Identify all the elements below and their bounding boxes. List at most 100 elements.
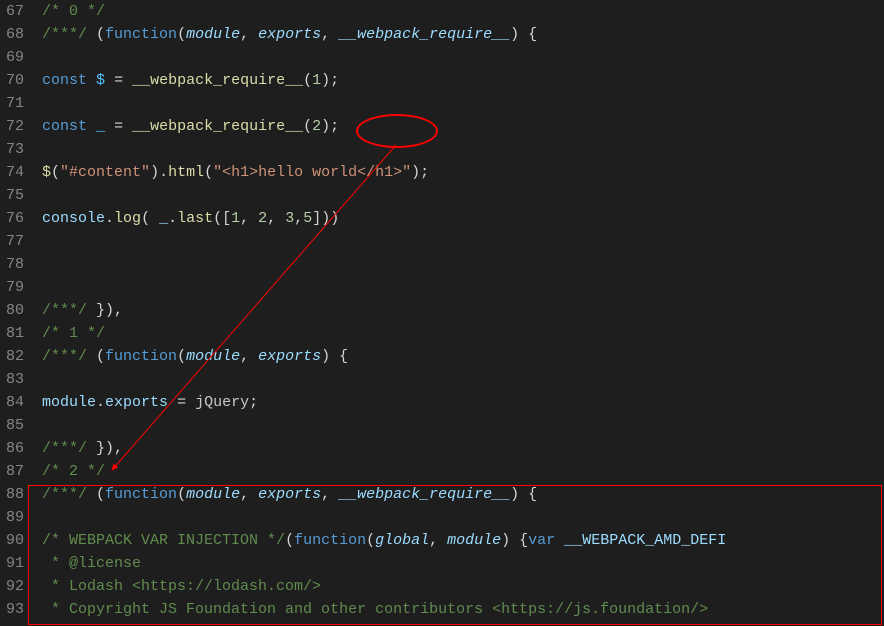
line-number: 88 [6,483,24,506]
token [87,118,96,135]
token: * Copyright JS Foundation and other cont… [42,601,708,618]
token: /* 2 */ [42,463,105,480]
token: 2 [312,118,321,135]
line-number: 90 [6,529,24,552]
token: _ [96,118,105,135]
token: exports [105,394,168,411]
code-line[interactable]: const _ = __webpack_require__(2); [42,115,884,138]
token: , [240,348,258,365]
token: ) { [510,26,537,43]
token: * Lodash <https://lodash.com/> [42,578,321,595]
token: 1 [312,72,321,89]
code-line[interactable] [42,184,884,207]
code-line[interactable] [42,368,884,391]
code-line[interactable] [42,253,884,276]
code-line[interactable]: * Lodash <https://lodash.com/> [42,575,884,598]
token: /***/ [42,486,87,503]
token: , [294,210,303,227]
line-number: 71 [6,92,24,115]
code-area[interactable]: /* 0 */ /***/ (function(module, exports, … [38,0,884,626]
token: ( [285,532,294,549]
token: , [240,210,258,227]
token: /* 0 */ [42,3,105,20]
token: _ [159,210,168,227]
line-number: 85 [6,414,24,437]
token: $ [42,164,51,181]
token: exports [258,486,321,503]
token: module [186,348,240,365]
token: 1 [231,210,240,227]
code-line[interactable]: * Copyright JS Foundation and other cont… [42,598,884,621]
line-number: 82 [6,345,24,368]
token: /***/ [42,26,87,43]
code-line[interactable]: module.exports = jQuery; [42,391,884,414]
code-line[interactable] [42,414,884,437]
token: exports [258,348,321,365]
token: }), [87,302,123,319]
line-number: 76 [6,207,24,230]
token: "<h1>hello world</h1>" [213,164,411,181]
token [87,72,96,89]
code-line[interactable] [42,138,884,161]
token: /***/ [42,348,87,365]
line-number: 79 [6,276,24,299]
token: ) { [501,532,528,549]
token: , [321,486,339,503]
token: module [447,532,501,549]
code-line[interactable] [42,276,884,299]
line-number: 91 [6,552,24,575]
line-number: 89 [6,506,24,529]
code-line[interactable]: const $ = __webpack_require__(1); [42,69,884,92]
code-line[interactable]: /* 1 */ [42,322,884,345]
code-line[interactable]: /***/ (function(module, exports, __webpa… [42,483,884,506]
token: "#content" [60,164,150,181]
token: function [105,26,177,43]
line-number: 78 [6,253,24,276]
token: ( [177,26,186,43]
code-line[interactable]: console.log( _.last([1, 2, 3,5])) [42,207,884,230]
code-line[interactable] [42,92,884,115]
code-line[interactable]: /***/ }), [42,437,884,460]
line-number: 67 [6,0,24,23]
token: , [240,486,258,503]
token: /* 1 */ [42,325,105,342]
line-number: 92 [6,575,24,598]
token: ( [87,26,105,43]
token: ([ [213,210,231,227]
token: ) { [321,348,348,365]
token: module [42,394,96,411]
token: html [168,164,204,181]
token: /***/ [42,440,87,457]
code-line[interactable]: /* WEBPACK VAR INJECTION */(function(glo… [42,529,884,552]
token [555,532,564,549]
code-line[interactable] [42,506,884,529]
token: ])) [312,210,339,227]
token: . [105,210,114,227]
code-line[interactable] [42,46,884,69]
token: ) { [510,486,537,503]
code-line[interactable]: * @license [42,552,884,575]
code-line[interactable]: /***/ (function(module, exports, __webpa… [42,23,884,46]
code-editor[interactable]: 6768697071727374757677787980818283848586… [0,0,884,626]
code-line[interactable]: $("#content").html("<h1>hello world</h1>… [42,161,884,184]
line-number: 83 [6,368,24,391]
token: __webpack_require__ [339,26,510,43]
line-number: 93 [6,598,24,621]
token: /***/ [42,302,87,319]
token: ( [366,532,375,549]
code-line[interactable]: /***/ (function(module, exports) { [42,345,884,368]
code-line[interactable] [42,230,884,253]
code-line[interactable]: /* 2 */ [42,460,884,483]
line-number: 75 [6,184,24,207]
code-line[interactable]: /***/ }), [42,299,884,322]
token: exports [258,26,321,43]
token: module [186,26,240,43]
token: 3 [285,210,294,227]
line-number: 87 [6,460,24,483]
token: module [186,486,240,503]
code-line[interactable]: /* 0 */ [42,0,884,23]
line-number: 73 [6,138,24,161]
token: ( [87,348,105,365]
token: ); [411,164,429,181]
line-number: 70 [6,69,24,92]
